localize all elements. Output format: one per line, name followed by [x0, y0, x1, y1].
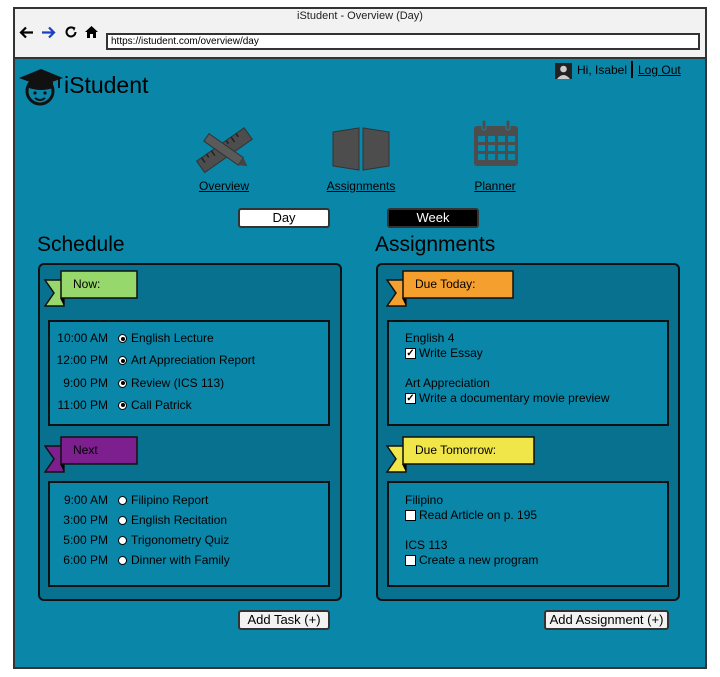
task-checkbox[interactable]: ✓: [405, 348, 416, 359]
event-name: English Lecture: [131, 331, 214, 345]
event-time: 6:00 PM: [63, 553, 108, 567]
day-toggle[interactable]: Day: [238, 208, 330, 228]
task-checkbox[interactable]: [405, 510, 416, 521]
event-name: English Recitation: [131, 513, 228, 527]
event-radio[interactable]: [118, 400, 127, 410]
event-time: 11:00 PM: [57, 397, 108, 412]
add-task-button[interactable]: Add Task (+): [238, 610, 330, 630]
user-greeting: Hi, Isabel: [577, 63, 628, 77]
header-divider: [631, 61, 633, 78]
now-label: Now:: [73, 277, 101, 291]
event-time: 9:00 AM: [63, 493, 108, 507]
open-book-icon[interactable]: [331, 126, 391, 177]
event-radio[interactable]: [118, 378, 127, 388]
course-name: English 4: [405, 331, 455, 345]
back-icon[interactable]: [19, 25, 34, 43]
url-bar[interactable]: https://istudent.com/overview/day: [106, 33, 700, 50]
event-radio[interactable]: [118, 556, 127, 565]
logout-link[interactable]: Log Out: [638, 63, 681, 77]
due-tomorrow-label: Due Tomorrow:: [415, 443, 497, 457]
event-time: 12:00 PM: [56, 353, 108, 368]
course-name: Filipino: [405, 493, 444, 507]
week-toggle[interactable]: Week: [387, 208, 479, 228]
event-name: Trigonometry Quiz: [131, 533, 230, 547]
task-name: Read Article on p. 195: [419, 508, 538, 522]
calendar-icon[interactable]: [472, 119, 520, 173]
nav-planner[interactable]: Planner: [445, 179, 545, 193]
event-radio[interactable]: [118, 516, 127, 525]
task-name: Write a documentary movie preview: [419, 391, 610, 405]
assignments-title: Assignments: [375, 233, 496, 256]
event-radio[interactable]: [118, 334, 127, 343]
nav-assignments[interactable]: Assignments: [311, 179, 411, 193]
next-label: Next: [73, 443, 98, 457]
add-assignment-button[interactable]: Add Assignment (+): [544, 610, 669, 630]
event-radio[interactable]: [118, 496, 127, 505]
task-name: Create a new program: [419, 553, 539, 567]
user-avatar-icon: [555, 63, 572, 84]
ruler-pencil-icon[interactable]: [194, 126, 256, 181]
course-name: Art Appreciation: [405, 376, 490, 390]
event-name: Art Appreciation Report: [131, 353, 256, 368]
due-today-label: Due Today:: [415, 277, 476, 291]
nav-overview[interactable]: Overview: [174, 179, 274, 193]
task-checkbox[interactable]: [405, 555, 416, 566]
window-title: iStudent - Overview (Day): [297, 10, 423, 22]
graduate-cap-icon: [17, 66, 65, 113]
event-name: Dinner with Family: [131, 553, 230, 567]
event-time: 3:00 PM: [63, 513, 108, 527]
schedule-title: Schedule: [37, 233, 125, 256]
reload-icon[interactable]: [64, 25, 78, 42]
app-name: iStudent: [64, 72, 149, 98]
event-name: Review (ICS 113): [131, 375, 225, 390]
course-name: ICS 113: [405, 538, 448, 552]
event-time: 5:00 PM: [63, 533, 108, 547]
event-name: Call Patrick: [131, 397, 192, 412]
forward-icon[interactable]: [41, 25, 56, 43]
event-time: 9:00 PM: [63, 375, 108, 390]
task-name: Write Essay: [419, 346, 483, 360]
event-name: Filipino Report: [131, 493, 209, 507]
event-time: 10:00 AM: [57, 331, 108, 345]
home-icon[interactable]: [84, 25, 99, 42]
event-radio[interactable]: [118, 536, 127, 545]
task-checkbox[interactable]: ✓: [405, 393, 416, 404]
